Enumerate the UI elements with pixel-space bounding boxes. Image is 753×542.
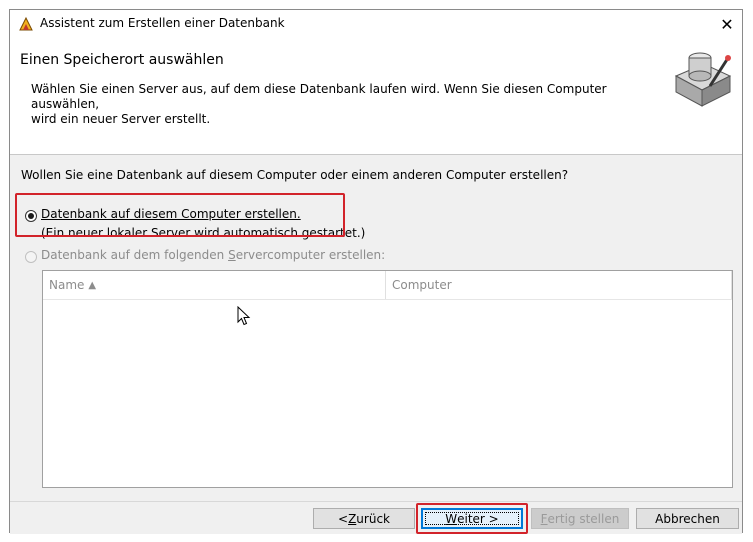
wizard-content: Wollen Sie eine Datenbank auf diesem Com… <box>10 155 742 501</box>
question-text: Wollen Sie eine Datenbank auf diesem Com… <box>21 168 569 182</box>
column-header-name[interactable]: Name ▲ <box>43 271 386 299</box>
app-icon <box>19 16 33 31</box>
wizard-header: Einen Speicherort auswählen Wählen Sie e… <box>10 38 742 155</box>
page-description: Wählen Sie einen Server aus, auf dem die… <box>31 82 607 126</box>
column-header-computer[interactable]: Computer <box>386 271 732 299</box>
page-title: Einen Speicherort auswählen <box>20 52 224 68</box>
cancel-button[interactable]: Abbrechen <box>636 508 739 529</box>
radio-server-computer[interactable] <box>25 251 37 263</box>
window-title: Assistent zum Erstellen einer Datenbank <box>40 16 285 30</box>
radio-local-computer-label[interactable]: Datenbank auf diesem Computer erstellen. <box>41 207 301 221</box>
radio-local-computer[interactable] <box>25 210 37 222</box>
next-button[interactable]: Weiter > <box>421 508 523 529</box>
server-list[interactable]: Name ▲ Computer <box>42 270 733 488</box>
list-header: Name ▲ Computer <box>43 271 732 300</box>
sort-ascending-icon: ▲ <box>88 279 97 291</box>
wizard-window: Assistent zum Erstellen einer Datenbank … <box>9 9 743 534</box>
close-button[interactable]: ✕ <box>712 10 742 38</box>
radio-local-computer-sublabel: (Ein neuer lokaler Server wird automatis… <box>41 226 366 240</box>
radio-server-computer-label[interactable]: Datenbank auf dem folgenden Servercomput… <box>41 248 385 262</box>
mouse-pointer-icon <box>237 306 251 326</box>
finish-button[interactable]: Fertig stellen <box>531 508 629 529</box>
wizard-footer: < Zurück Weiter > Fertig stellen Abbrech… <box>10 501 742 534</box>
title-bar: Assistent zum Erstellen einer Datenbank … <box>10 10 742 38</box>
database-icon <box>674 52 732 107</box>
close-icon: ✕ <box>720 14 734 34</box>
back-button[interactable]: < Zurück <box>313 508 415 529</box>
